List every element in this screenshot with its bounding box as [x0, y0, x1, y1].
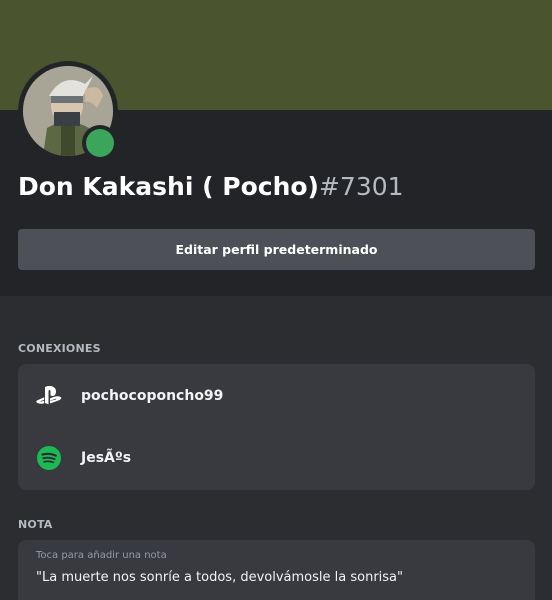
- spotify-icon: [36, 445, 62, 471]
- connections-card: pochocoponcho99 JesÃºs: [18, 364, 535, 490]
- connection-item-spotify[interactable]: JesÃºs: [18, 433, 535, 483]
- note-heading: NOTA: [18, 518, 53, 531]
- note-field[interactable]: Toca para añadir una nota "La muerte nos…: [18, 540, 535, 600]
- connection-item-playstation[interactable]: pochocoponcho99: [18, 371, 535, 421]
- edit-profile-button[interactable]: Editar perfil predeterminado: [18, 229, 535, 270]
- edit-profile-label: Editar perfil predeterminado: [175, 242, 378, 257]
- playstation-icon: [36, 383, 62, 409]
- discriminator: #7301: [318, 172, 404, 201]
- connection-name: JesÃºs: [81, 450, 132, 466]
- online-status-icon: [86, 129, 114, 157]
- connection-name: pochocoponcho99: [81, 388, 224, 404]
- note-text: "La muerte nos sonríe a todos, devolvámo…: [36, 570, 403, 585]
- username: Don Kakashi ( Pocho)#7301: [18, 172, 404, 201]
- display-name: Don Kakashi ( Pocho): [18, 172, 319, 201]
- note-placeholder: Toca para añadir una nota: [36, 550, 167, 561]
- status-indicator: [82, 125, 118, 161]
- connections-heading: CONEXIONES: [18, 342, 101, 355]
